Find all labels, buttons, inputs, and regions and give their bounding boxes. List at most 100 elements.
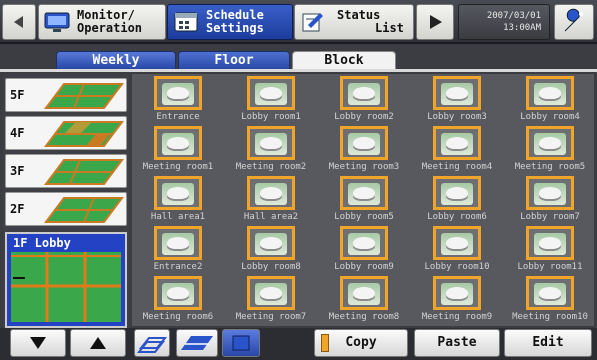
floor-item-5f[interactable]: 5F	[5, 78, 127, 112]
layers-icon	[136, 337, 168, 353]
floor-map-thumbnail	[44, 121, 124, 147]
floor-item-1f-lobby[interactable]: 1F Lobby	[5, 232, 127, 328]
status-list-button[interactable]: Status List	[294, 4, 414, 40]
view-mode-layers-button[interactable]	[134, 329, 170, 357]
floor-label: 5F	[10, 88, 25, 102]
group-tile[interactable]: Meeting room3	[318, 124, 410, 174]
clipboard-icon	[321, 334, 329, 352]
group-tile[interactable]: Hall area1	[132, 174, 224, 224]
tab-weekly[interactable]: Weekly	[56, 51, 176, 70]
clock-display: 2007/03/01 13:00AM	[458, 4, 550, 40]
indoor-unit-icon	[433, 226, 481, 260]
group-name: Lobby room10	[424, 262, 490, 272]
wrench-icon	[564, 8, 583, 32]
group-name: Hall area2	[243, 212, 299, 222]
group-name: Meeting room5	[514, 162, 586, 172]
block-view-icon	[232, 335, 250, 351]
floor-map-thumbnail	[44, 159, 124, 185]
group-name: Lobby room7	[520, 212, 580, 222]
group-tile[interactable]: Lobby room3	[411, 74, 503, 124]
group-tile[interactable]: Lobby room4	[504, 74, 596, 124]
group-tile[interactable]: Meeting room2	[225, 124, 317, 174]
view-mode-block-button[interactable]	[222, 329, 260, 357]
floor-map-plan	[11, 252, 121, 322]
copy-label: Copy	[345, 335, 377, 350]
group-name: Meeting room6	[142, 312, 214, 322]
tab-floor[interactable]: Floor	[178, 51, 290, 70]
indoor-unit-icon	[340, 276, 388, 310]
indoor-unit-icon	[247, 276, 295, 310]
group-name: Meeting room2	[235, 162, 307, 172]
group-name: Meeting room4	[421, 162, 493, 172]
paste-button[interactable]: Paste	[414, 329, 500, 357]
floor-view-icon	[181, 336, 213, 350]
indoor-unit-icon	[247, 226, 295, 260]
group-tile[interactable]: Lobby room10	[411, 224, 503, 274]
group-tile[interactable]: Lobby room7	[504, 174, 596, 224]
maintenance-button[interactable]	[554, 4, 594, 40]
group-tile[interactable]: Meeting room7	[225, 274, 317, 324]
group-tile[interactable]: Meeting room6	[132, 274, 224, 324]
schedule-settings-button[interactable]: Schedule Settings	[167, 4, 293, 40]
status-label-line1: Status	[337, 8, 381, 22]
group-tile[interactable]: Entrance	[132, 74, 224, 124]
indoor-unit-icon	[526, 226, 574, 260]
status-icon	[302, 13, 323, 32]
monitor-label-line2: Operation	[77, 21, 143, 35]
group-tile[interactable]: Meeting room9	[411, 274, 503, 324]
schedule-settings-screen: Monitor/ Operation Schedule Settings Sta…	[0, 0, 597, 360]
group-name: Lobby room11	[517, 262, 583, 272]
group-tile[interactable]: Lobby room1	[225, 74, 317, 124]
scroll-up-button[interactable]	[70, 329, 126, 357]
scroll-down-button[interactable]	[10, 329, 66, 357]
group-tile[interactable]: Hall area2	[225, 174, 317, 224]
indoor-unit-icon	[154, 76, 202, 110]
floor-map-thumbnail	[44, 197, 124, 223]
floor-map-thumbnail	[44, 83, 124, 109]
group-name: Lobby room6	[427, 212, 487, 222]
indoor-unit-icon	[340, 176, 388, 210]
schedule-label-line2: Settings	[206, 21, 264, 35]
floor-label: 1F Lobby	[13, 236, 71, 250]
indoor-unit-icon	[154, 126, 202, 160]
floor-label: 3F	[10, 164, 25, 178]
group-tile[interactable]: Lobby room9	[318, 224, 410, 274]
group-tile[interactable]: Meeting room10	[504, 274, 596, 324]
group-name: Lobby room3	[427, 112, 487, 122]
group-tile[interactable]: Lobby room5	[318, 174, 410, 224]
group-tile[interactable]: Lobby room6	[411, 174, 503, 224]
monitor-operation-button[interactable]: Monitor/ Operation	[38, 4, 166, 40]
back-button[interactable]	[2, 4, 36, 40]
indoor-unit-icon	[433, 126, 481, 160]
group-name: Meeting room1	[142, 162, 214, 172]
view-mode-floor-button[interactable]	[176, 329, 218, 357]
indoor-unit-icon	[247, 76, 295, 110]
group-name: Lobby room4	[520, 112, 580, 122]
indoor-unit-icon	[433, 276, 481, 310]
group-tile[interactable]: Lobby room8	[225, 224, 317, 274]
tab-block[interactable]: Block	[292, 51, 396, 70]
indoor-unit-icon	[340, 226, 388, 260]
group-name: Meeting room9	[421, 312, 493, 322]
floor-item-4f[interactable]: 4F	[5, 116, 127, 150]
group-tile[interactable]: Meeting room8	[318, 274, 410, 324]
group-tile[interactable]: Meeting room5	[504, 124, 596, 174]
floor-item-3f[interactable]: 3F	[5, 154, 127, 188]
copy-button[interactable]: Copy	[314, 329, 408, 357]
edit-button[interactable]: Edit	[504, 329, 592, 357]
group-tile[interactable]: Meeting room4	[411, 124, 503, 174]
floor-item-2f[interactable]: 2F	[5, 192, 127, 226]
group-name: Meeting room10	[512, 312, 588, 322]
monitor-icon	[44, 12, 70, 32]
floor-label: 4F	[10, 126, 25, 140]
group-tile[interactable]: Lobby room11	[504, 224, 596, 274]
group-name: Lobby room1	[241, 112, 301, 122]
group-tile[interactable]: Meeting room1	[132, 124, 224, 174]
next-screen-button[interactable]	[416, 4, 454, 40]
indoor-unit-icon	[340, 126, 388, 160]
group-tile[interactable]: Entrance2	[132, 224, 224, 274]
arrow-up-icon	[90, 336, 106, 349]
group-tile[interactable]: Lobby room2	[318, 74, 410, 124]
group-name: Entrance2	[153, 262, 203, 272]
group-grid: Entrance Lobby room1 Lobby room2 Lobby room…	[132, 74, 594, 326]
